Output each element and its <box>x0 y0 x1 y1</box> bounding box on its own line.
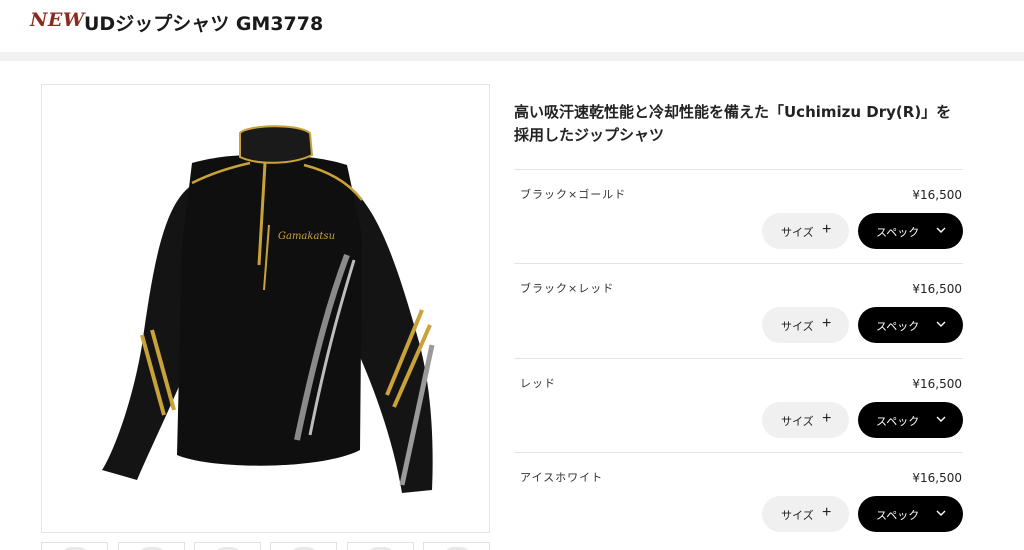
product-image[interactable]: Gamakatsu <box>41 84 490 533</box>
variant-row: レッド ¥16,500 サイズ + スペック <box>514 357 963 452</box>
product-description: 高い吸汗速乾性能と冷却性能を備えた「Uchimizu Dry(R)」を採用したジ… <box>514 103 952 144</box>
spec-button[interactable]: スペック <box>858 401 963 438</box>
page-header: NEW UDジップシャツ GM3778 <box>0 0 1024 52</box>
plus-icon: + <box>822 221 832 238</box>
variant-row: アイスホワイト ¥16,500 サイズ + スペック <box>514 451 963 546</box>
thumbnail-strip <box>41 542 501 550</box>
thumbnail[interactable] <box>423 542 490 550</box>
variant-color-name: ブラック×ゴールド <box>520 188 627 201</box>
spec-button-label: スペック <box>876 508 920 522</box>
size-button-label: サイズ <box>781 414 814 428</box>
spec-button-label: スペック <box>876 320 920 334</box>
spec-button-label: スペック <box>876 414 920 428</box>
spec-button[interactable]: スペック <box>858 495 963 532</box>
chevron-down-icon <box>936 416 946 422</box>
thumbnail[interactable] <box>41 542 108 550</box>
chevron-down-icon <box>936 227 946 233</box>
variant-price: ¥16,500 <box>912 470 962 485</box>
plus-icon: + <box>822 503 832 521</box>
spec-button-label: スペック <box>876 226 920 239</box>
jacket-image: Gamakatsu <box>102 125 435 493</box>
size-button[interactable]: サイズ + <box>762 213 849 249</box>
thumbnail[interactable] <box>347 542 414 550</box>
variant-color-name: アイスホワイト <box>520 470 604 484</box>
variant-color-name: ブラック×レッド <box>520 282 615 296</box>
variant-price: ¥16,500 <box>912 282 962 297</box>
chevron-down-icon <box>936 321 946 328</box>
page-title: UDジップシャツ GM3778 <box>84 13 324 35</box>
variant-row: ブラック×レッド ¥16,500 サイズ + スペック <box>514 263 963 357</box>
variant-price: ¥16,500 <box>912 188 962 202</box>
thumbnail[interactable] <box>270 542 337 550</box>
variant-row: ブラック×ゴールド ¥16,500 サイズ + スペック <box>514 169 963 263</box>
variant-price: ¥16,500 <box>912 376 962 391</box>
chevron-down-icon <box>936 510 946 516</box>
size-button-label: サイズ <box>781 320 814 334</box>
spec-button[interactable]: スペック <box>858 307 963 344</box>
new-badge: NEW <box>30 9 85 31</box>
spec-button[interactable]: スペック <box>858 213 963 249</box>
size-button[interactable]: サイズ + <box>762 401 849 438</box>
variant-list: ブラック×ゴールド ¥16,500 サイズ + スペック ブラック×レッド ¥1… <box>514 169 963 546</box>
header-divider <box>0 52 1024 61</box>
size-button-label: サイズ <box>781 226 814 239</box>
plus-icon: + <box>822 315 832 333</box>
thumbnail[interactable] <box>118 542 185 550</box>
variant-color-name: レッド <box>520 376 556 390</box>
brand-logo: Gamakatsu <box>278 231 335 242</box>
size-button-label: サイズ <box>781 508 814 522</box>
size-button[interactable]: サイズ + <box>762 307 849 344</box>
size-button[interactable]: サイズ + <box>762 495 849 532</box>
thumbnail[interactable] <box>194 542 261 550</box>
plus-icon: + <box>822 409 832 427</box>
